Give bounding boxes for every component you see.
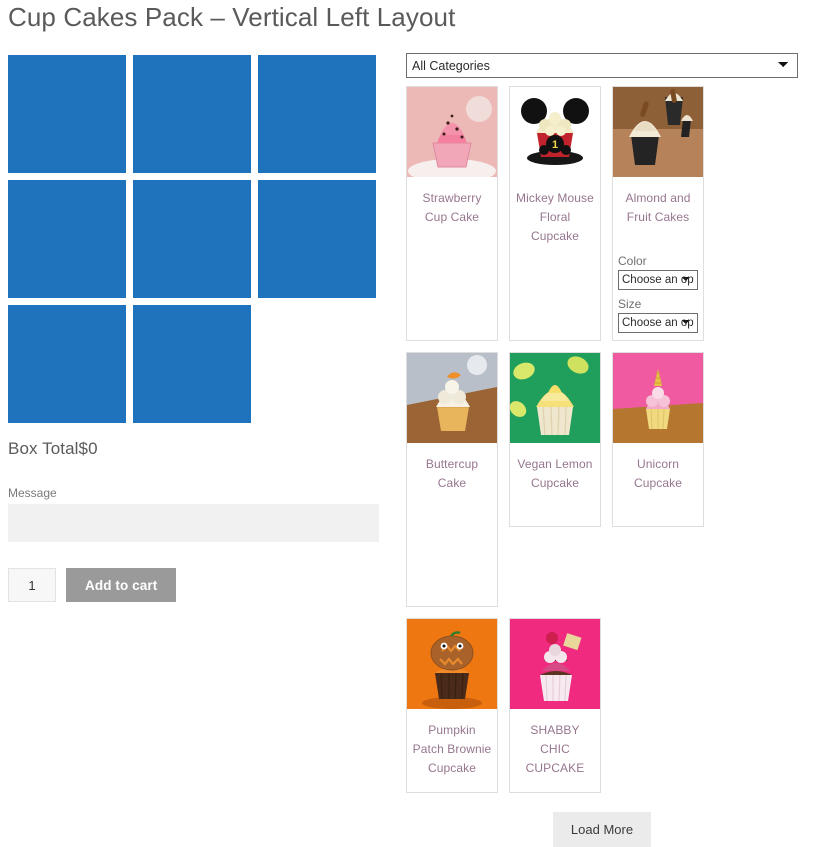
page-title: Cup Cakes Pack – Vertical Left Layout	[8, 2, 456, 32]
product-card[interactable]: Strawberry Cup Cake	[406, 86, 498, 341]
box-slot-7[interactable]	[8, 305, 126, 423]
product-card[interactable]: Buttercup Cake	[406, 352, 498, 607]
box-slot-5[interactable]	[133, 180, 251, 298]
load-more-button[interactable]: Load More	[552, 812, 652, 847]
box-builder-panel: Box Total$0 Message Add to cart	[8, 55, 388, 602]
load-more-wrap: Load More	[406, 812, 798, 847]
buttercup-cake-thumb	[407, 353, 497, 443]
product-name: Almond and Fruit Cakes	[625, 191, 691, 224]
message-label: Message	[8, 486, 57, 500]
variation-select-size[interactable]: Choose an option	[618, 313, 698, 333]
svg-text:1: 1	[552, 139, 558, 151]
product-card[interactable]: SHABBY CHIC CUPCAKE	[509, 618, 601, 793]
product-name: Vegan Lemon Cupcake	[517, 457, 593, 490]
product-name: Unicorn Cupcake	[633, 457, 683, 490]
product-variations: Color Choose an option Size Choose an optio…	[613, 254, 703, 340]
product-name: Buttercup Cake	[425, 457, 479, 490]
product-name: Pumpkin Patch Brownie Cupcake	[412, 723, 492, 775]
product-name: SHABBY CHIC CUPCAKE	[525, 723, 585, 775]
variation-label-size: Size	[618, 297, 642, 311]
cart-row: Add to cart	[8, 568, 388, 602]
box-slot-3[interactable]	[258, 55, 376, 173]
variation-select-color[interactable]: Choose an option	[618, 270, 698, 290]
box-slot-1[interactable]	[8, 55, 126, 173]
product-card[interactable]: 1 Mickey Mouse Floral Cupcake	[509, 86, 601, 341]
box-total-amount: $0	[78, 439, 98, 458]
box-slot-4[interactable]	[8, 180, 126, 298]
box-slot-grid	[8, 55, 378, 423]
message-input[interactable]	[8, 504, 379, 542]
variation-label-color: Color	[618, 254, 647, 268]
box-total-label: Box Total	[8, 439, 79, 458]
product-picker-panel: All Categories Strawberry Cup Cake 1 Micke…	[406, 53, 798, 847]
mickey-mouse-floral-cupcake-thumb: 1	[510, 87, 600, 177]
box-slot-6[interactable]	[258, 180, 376, 298]
product-name: Mickey Mouse Floral Cupcake	[516, 191, 594, 243]
shabby-chic-cupcake-thumb	[510, 619, 600, 709]
pumpkin-patch-brownie-cupcake-thumb	[407, 619, 497, 709]
product-card[interactable]: Vegan Lemon Cupcake	[509, 352, 601, 527]
box-slot-2[interactable]	[133, 55, 251, 173]
strawberry-cup-cake-thumb	[407, 87, 497, 177]
unicorn-cupcake-thumb	[613, 353, 703, 443]
product-name: Strawberry Cup Cake	[422, 191, 482, 224]
quantity-input[interactable]	[8, 568, 56, 602]
box-total: Box Total$0	[8, 439, 388, 459]
product-card[interactable]: Almond and Fruit Cakes Color Choose an opt…	[612, 86, 704, 341]
product-card[interactable]: Unicorn Cupcake	[612, 352, 704, 527]
add-to-cart-button[interactable]: Add to cart	[66, 568, 177, 602]
category-filter-select[interactable]: All Categories	[406, 53, 798, 78]
product-card[interactable]: Pumpkin Patch Brownie Cupcake	[406, 618, 498, 793]
product-grid: Strawberry Cup Cake 1 Mickey Mouse Floral …	[406, 86, 798, 793]
vegan-lemon-cupcake-thumb	[510, 353, 600, 443]
almond-and-fruit-cakes-thumb	[613, 87, 703, 177]
box-slot-8[interactable]	[133, 305, 251, 423]
